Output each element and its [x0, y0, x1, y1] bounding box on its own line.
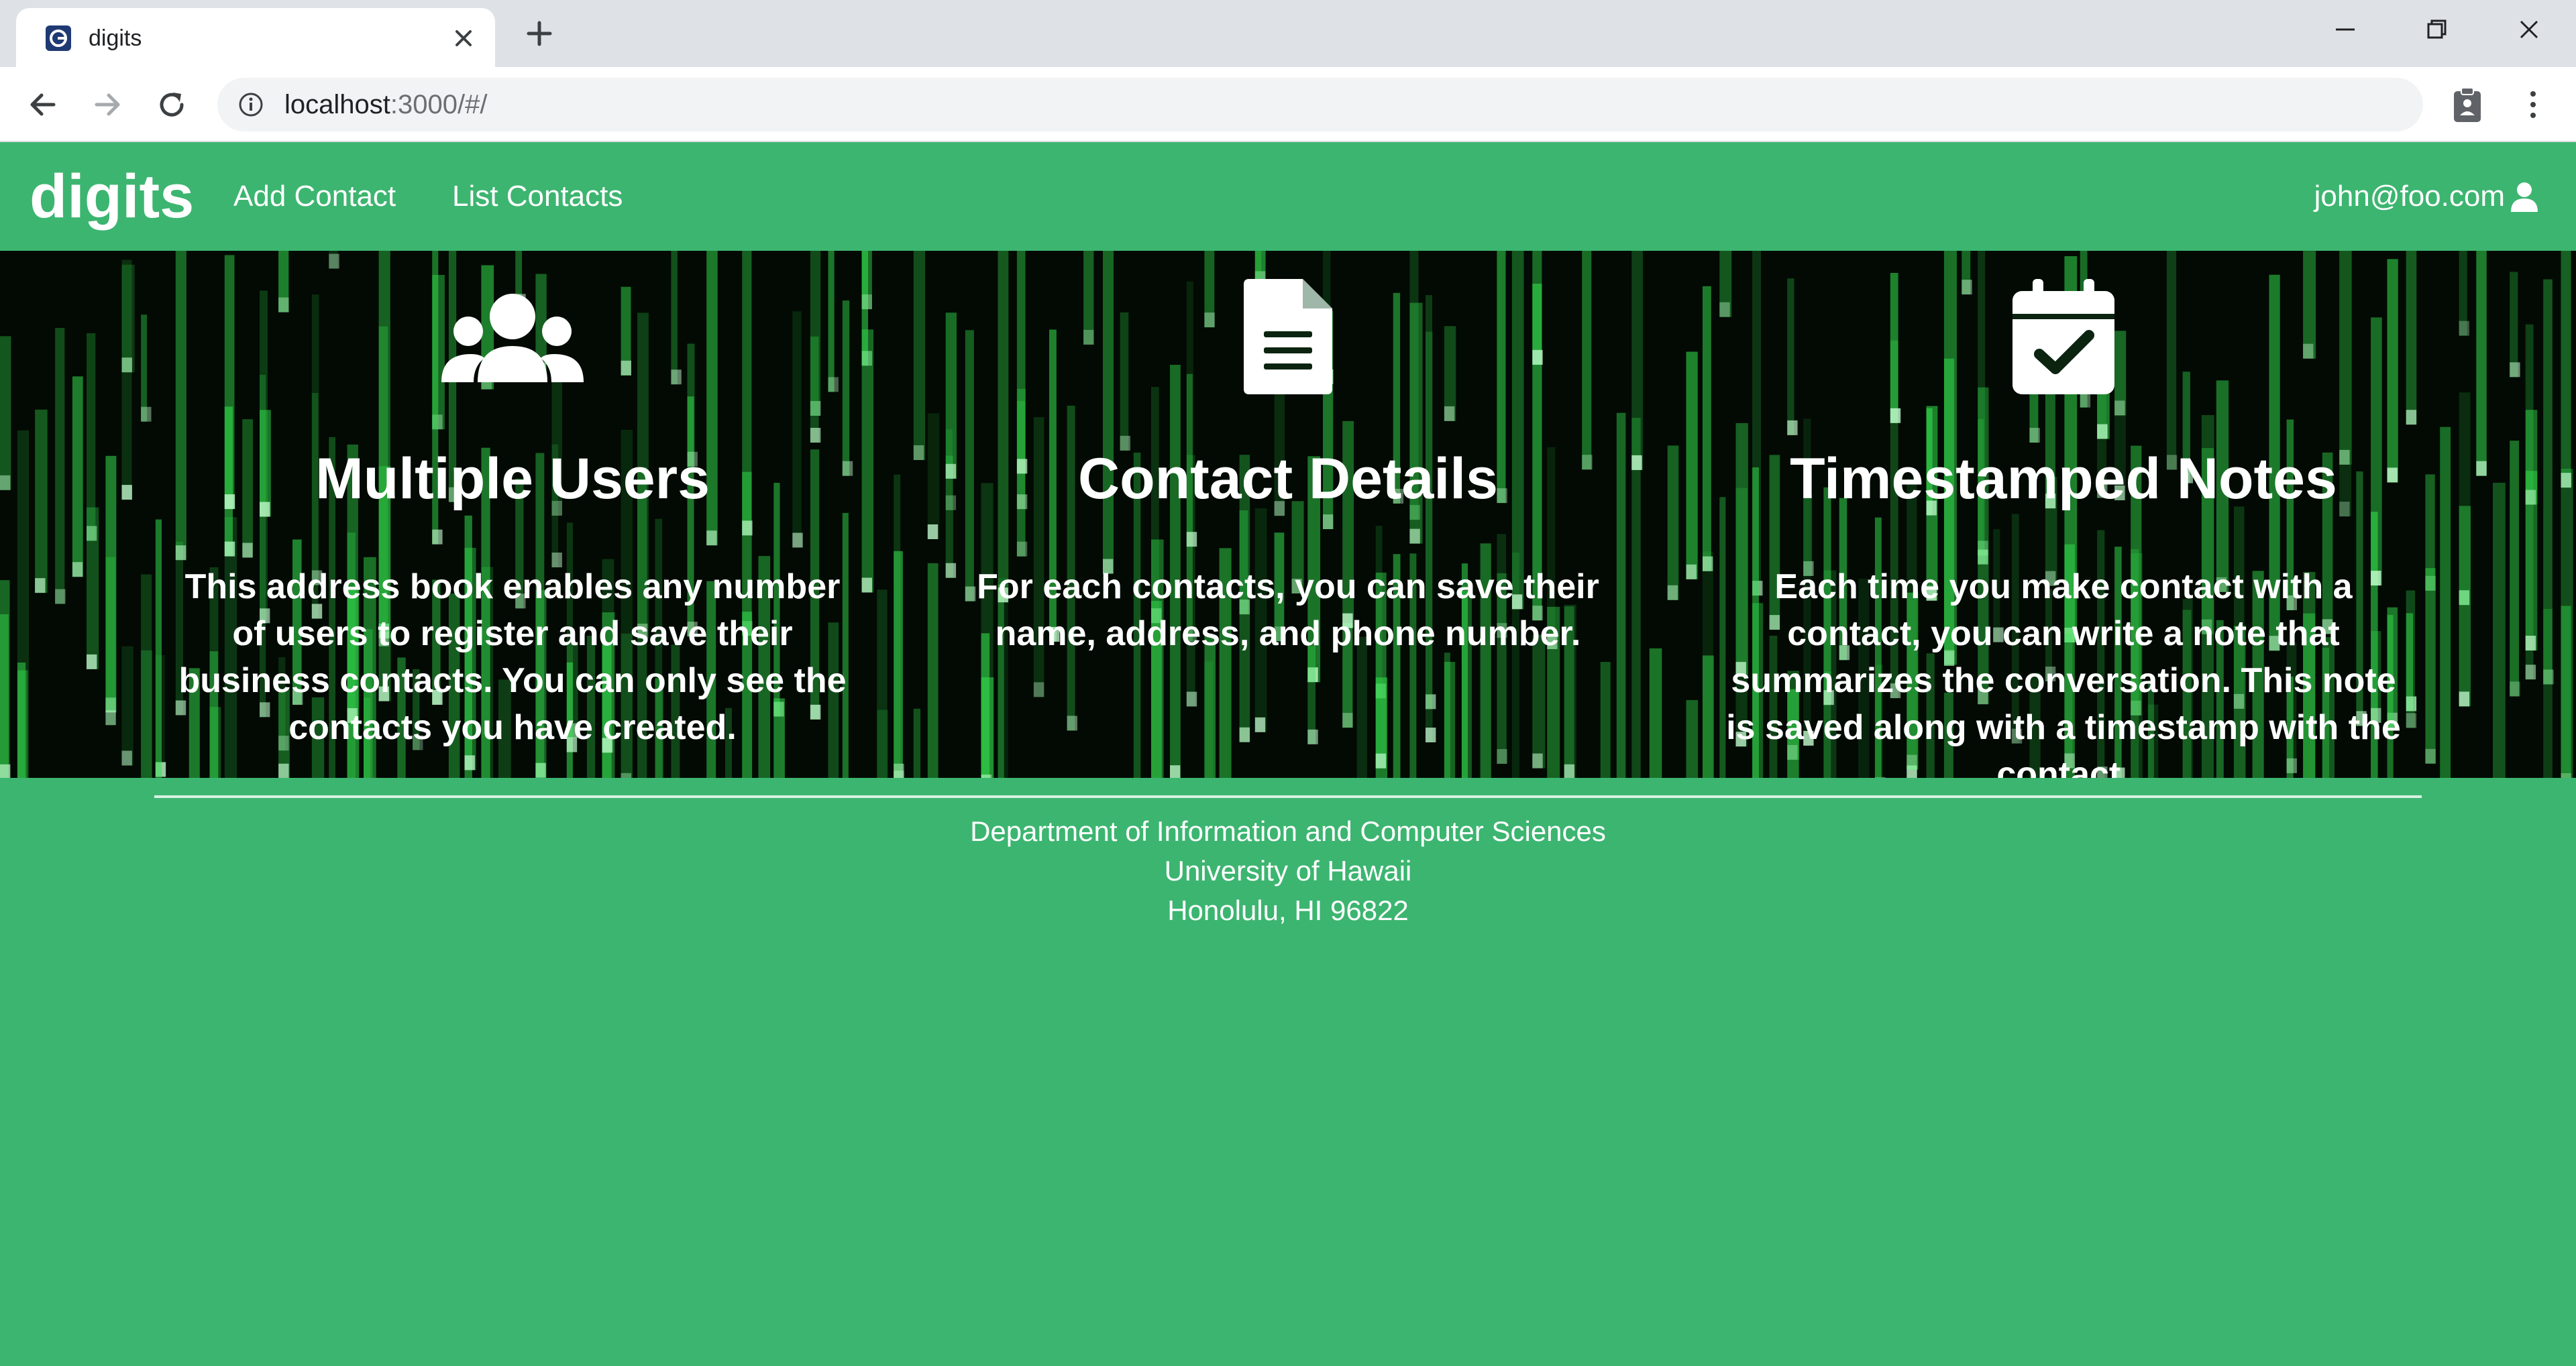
file-alt-icon	[1244, 279, 1332, 394]
new-tab-icon[interactable]	[523, 17, 555, 50]
tab-close-icon[interactable]	[451, 25, 476, 51]
matrix-streak	[55, 328, 65, 604]
matrix-streak	[2543, 608, 2553, 778]
footer-line: Honolulu, HI 96822	[1167, 895, 1409, 926]
user-icon	[2511, 182, 2538, 212]
matrix-glyph-glow	[72, 562, 83, 577]
matrix-glyph-glow	[87, 654, 97, 669]
matrix-glyph-glow	[35, 578, 46, 593]
matrix-glyph-glow	[2510, 362, 2520, 378]
clipboard-extension-icon[interactable]	[2447, 84, 2487, 125]
matrix-streak	[35, 409, 48, 593]
window-close-icon[interactable]	[2510, 13, 2548, 46]
matrix-streak	[2561, 251, 2571, 488]
back-arrow-icon[interactable]	[24, 86, 62, 123]
url-host: localhost	[284, 90, 390, 119]
minimize-icon[interactable]	[2326, 13, 2364, 46]
feature-title: Contact Details	[1077, 447, 1499, 511]
matrix-glyph-glow	[2525, 490, 2536, 505]
users-icon	[441, 294, 584, 382]
matrix-streak	[105, 557, 116, 726]
tab-title: digits	[89, 25, 142, 51]
browser-tabstrip: digits	[0, 0, 2576, 68]
feature-title: Timestamped Notes	[1790, 447, 2337, 511]
user-email: john@foo.com	[2314, 180, 2505, 213]
matrix-streak	[17, 663, 26, 778]
reload-icon[interactable]	[153, 86, 191, 123]
browser-menu-icon[interactable]	[2514, 86, 2552, 123]
address-bar[interactable]: localhost:3000/#/	[217, 78, 2423, 131]
matrix-glyph-glow	[2476, 461, 2487, 476]
forward-arrow-icon[interactable]	[89, 86, 126, 123]
hero-section: Multiple Users This address book enables…	[0, 251, 2576, 778]
matrix-streak	[2561, 606, 2571, 778]
feature-description: For each contacts, you can save their na…	[977, 567, 1599, 653]
site-navbar: digits Add Contact List Contacts john@fo…	[0, 142, 2576, 251]
feature-description: This address book enables any number of …	[178, 567, 847, 747]
matrix-streak	[2440, 426, 2451, 778]
matrix-glyph-glow	[2561, 773, 2571, 778]
matrix-glyph-glow	[0, 475, 11, 490]
matrix-streak	[121, 646, 133, 766]
matrix-streak	[87, 507, 99, 669]
calendar-check-icon	[2012, 279, 2114, 394]
brand-logo[interactable]: digits	[30, 142, 194, 251]
matrix-streak	[894, 474, 901, 778]
matrix-streak	[0, 336, 11, 490]
matrix-glyph-glow	[2561, 473, 2571, 488]
matrix-glyph-glow	[2525, 636, 2536, 650]
feature-title: Multiple Users	[315, 447, 710, 511]
browser-toolbar: localhost:3000/#/	[0, 67, 2576, 142]
site-footer: Department of Information and Computer S…	[0, 811, 2576, 930]
favicon-icon	[46, 25, 71, 51]
feature-description: Each time you make contact with a contac…	[1726, 567, 2401, 778]
matrix-glyph-glow	[121, 750, 132, 766]
matrix-streak	[121, 260, 132, 500]
matrix-streak	[2459, 506, 2471, 707]
feature-contact-details: Contact Details For each contacts, you c…	[919, 251, 1657, 778]
matrix-glyph-glow	[1667, 585, 1678, 600]
matrix-streak	[72, 376, 83, 577]
footer-line: Department of Information and Computer S…	[970, 815, 1606, 847]
matrix-streak	[2493, 482, 2506, 778]
matrix-streak	[2476, 251, 2487, 476]
url-path: :3000/#/	[390, 90, 488, 119]
matrix-glyph-glow	[55, 589, 66, 604]
matrix-glyph-glow	[105, 710, 116, 726]
matrix-streak	[0, 614, 9, 778]
nav-link-add-contact[interactable]: Add Contact	[233, 142, 396, 251]
nav-link-list-contacts[interactable]: List Contacts	[452, 142, 623, 251]
matrix-streak	[2510, 441, 2519, 697]
matrix-glyph-glow	[0, 764, 11, 778]
matrix-streak	[2510, 272, 2518, 378]
matrix-streak	[1667, 445, 1679, 600]
matrix-glyph-glow	[894, 771, 904, 778]
user-dropdown[interactable]: john@foo.com	[2314, 142, 2541, 251]
footer-line: University of Hawaii	[1164, 855, 1412, 887]
matrix-glyph-glow	[121, 485, 132, 500]
feature-multiple-users: Multiple Users This address book enables…	[144, 251, 881, 778]
url-text[interactable]: localhost:3000/#/	[284, 78, 487, 131]
footer-divider	[154, 795, 2422, 798]
restore-icon[interactable]	[2418, 13, 2455, 46]
feature-timestamped-notes: Timestamped Notes Each time you make con…	[1695, 251, 2432, 778]
browser-tab-active[interactable]: digits	[16, 8, 495, 68]
matrix-glyph-glow	[2525, 665, 2536, 680]
matrix-glyph-glow	[2459, 691, 2469, 707]
matrix-glyph-glow	[2459, 321, 2469, 336]
info-icon[interactable]	[237, 91, 264, 118]
matrix-glyph-glow	[2510, 681, 2520, 697]
